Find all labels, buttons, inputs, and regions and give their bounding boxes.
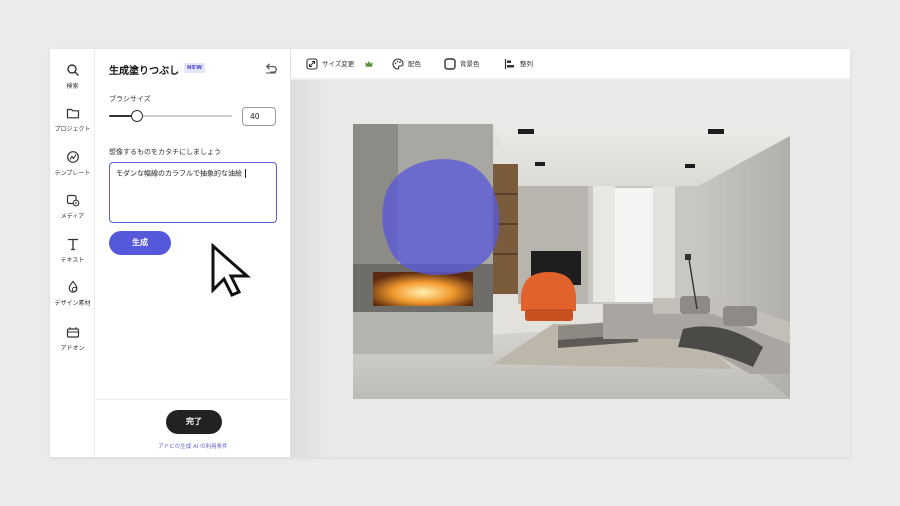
- rail-item-label: 検索: [66, 83, 79, 90]
- panel-footer: 完了 アドビの生成 AI の利用条件: [95, 399, 291, 457]
- rail-item-templates[interactable]: テンプレート: [50, 150, 95, 190]
- background-color-icon: [444, 58, 456, 70]
- app-window: 検索 プロジェクト テンプレート メディア テキスト デザイン素材 アドオン 生…: [50, 49, 850, 457]
- align-icon: [504, 59, 514, 69]
- generate-button[interactable]: 生成: [109, 231, 171, 255]
- done-button[interactable]: 完了: [166, 410, 222, 434]
- resize-label: サイズ変更: [322, 60, 355, 68]
- align-button[interactable]: 整列: [504, 57, 544, 71]
- terms-link[interactable]: アドビの生成 AI の利用条件: [95, 442, 291, 450]
- addons-icon: [66, 327, 79, 338]
- canvas-area: [291, 80, 850, 457]
- brush-size-label: ブラシサイズ: [109, 95, 151, 103]
- rail-item-addons[interactable]: アドオン: [50, 325, 95, 365]
- rail-item-label: テキスト: [60, 257, 85, 264]
- premium-crown-icon: [365, 61, 373, 67]
- prompt-label: 想像するものをカタチにしましょう: [109, 148, 221, 156]
- rail-item-design-assets[interactable]: デザイン素材: [50, 280, 95, 320]
- canvas-shadow: [291, 80, 331, 457]
- mouse-pointer-icon: [211, 243, 251, 297]
- design-assets-icon: [68, 280, 77, 293]
- generative-fill-panel: 生成塗りつぶし NEW ブラシサイズ 40 想像するものをカタチにしましょう モ…: [95, 49, 291, 457]
- folder-icon: [66, 108, 79, 119]
- brush-size-slider[interactable]: [109, 109, 232, 123]
- prompt-textarea[interactable]: モダンな幅線のカラフルで抽象的な油絵: [109, 162, 277, 223]
- brush-mask-overlay: [382, 159, 500, 276]
- rail-item-search[interactable]: 検索: [50, 63, 95, 103]
- prompt-text: モダンな幅線のカラフルで抽象的な油絵: [116, 169, 242, 178]
- palette-icon: [392, 58, 404, 70]
- text-icon: [67, 238, 78, 251]
- top-toolbar: サイズ変更 配色 背景色 整列: [291, 49, 850, 79]
- rail-item-label: デザイン素材: [54, 300, 91, 307]
- rail-item-text[interactable]: テキスト: [50, 237, 95, 277]
- color-scheme-button[interactable]: 配色: [392, 57, 432, 71]
- resize-icon: [306, 58, 318, 70]
- brush-size-input[interactable]: 40: [242, 107, 276, 126]
- text-caret: [245, 169, 246, 178]
- color-scheme-label: 配色: [408, 60, 421, 68]
- undo-icon[interactable]: [264, 60, 278, 74]
- rail-item-media[interactable]: メディア: [50, 193, 95, 233]
- rail-item-label: メディア: [60, 213, 85, 220]
- slider-thumb[interactable]: [131, 110, 144, 122]
- rail-item-label: プロジェクト: [54, 126, 91, 133]
- rail-item-label: アドオン: [60, 345, 85, 352]
- room-illustration: [353, 124, 790, 399]
- align-label: 整列: [520, 60, 533, 68]
- living-room-photo[interactable]: [353, 124, 790, 399]
- new-badge: NEW: [184, 63, 206, 73]
- rail-item-projects[interactable]: プロジェクト: [50, 106, 95, 146]
- background-color-button[interactable]: 背景色: [444, 57, 494, 71]
- panel-title: 生成塗りつぶし: [109, 66, 180, 77]
- resize-button[interactable]: サイズ変更: [306, 57, 376, 71]
- template-icon: [66, 151, 79, 163]
- search-icon: [66, 64, 79, 76]
- left-rail: 検索 プロジェクト テンプレート メディア テキスト デザイン素材 アドオン: [50, 49, 95, 457]
- background-color-label: 背景色: [460, 60, 480, 68]
- rail-item-label: テンプレート: [54, 170, 91, 177]
- media-icon: [66, 194, 79, 207]
